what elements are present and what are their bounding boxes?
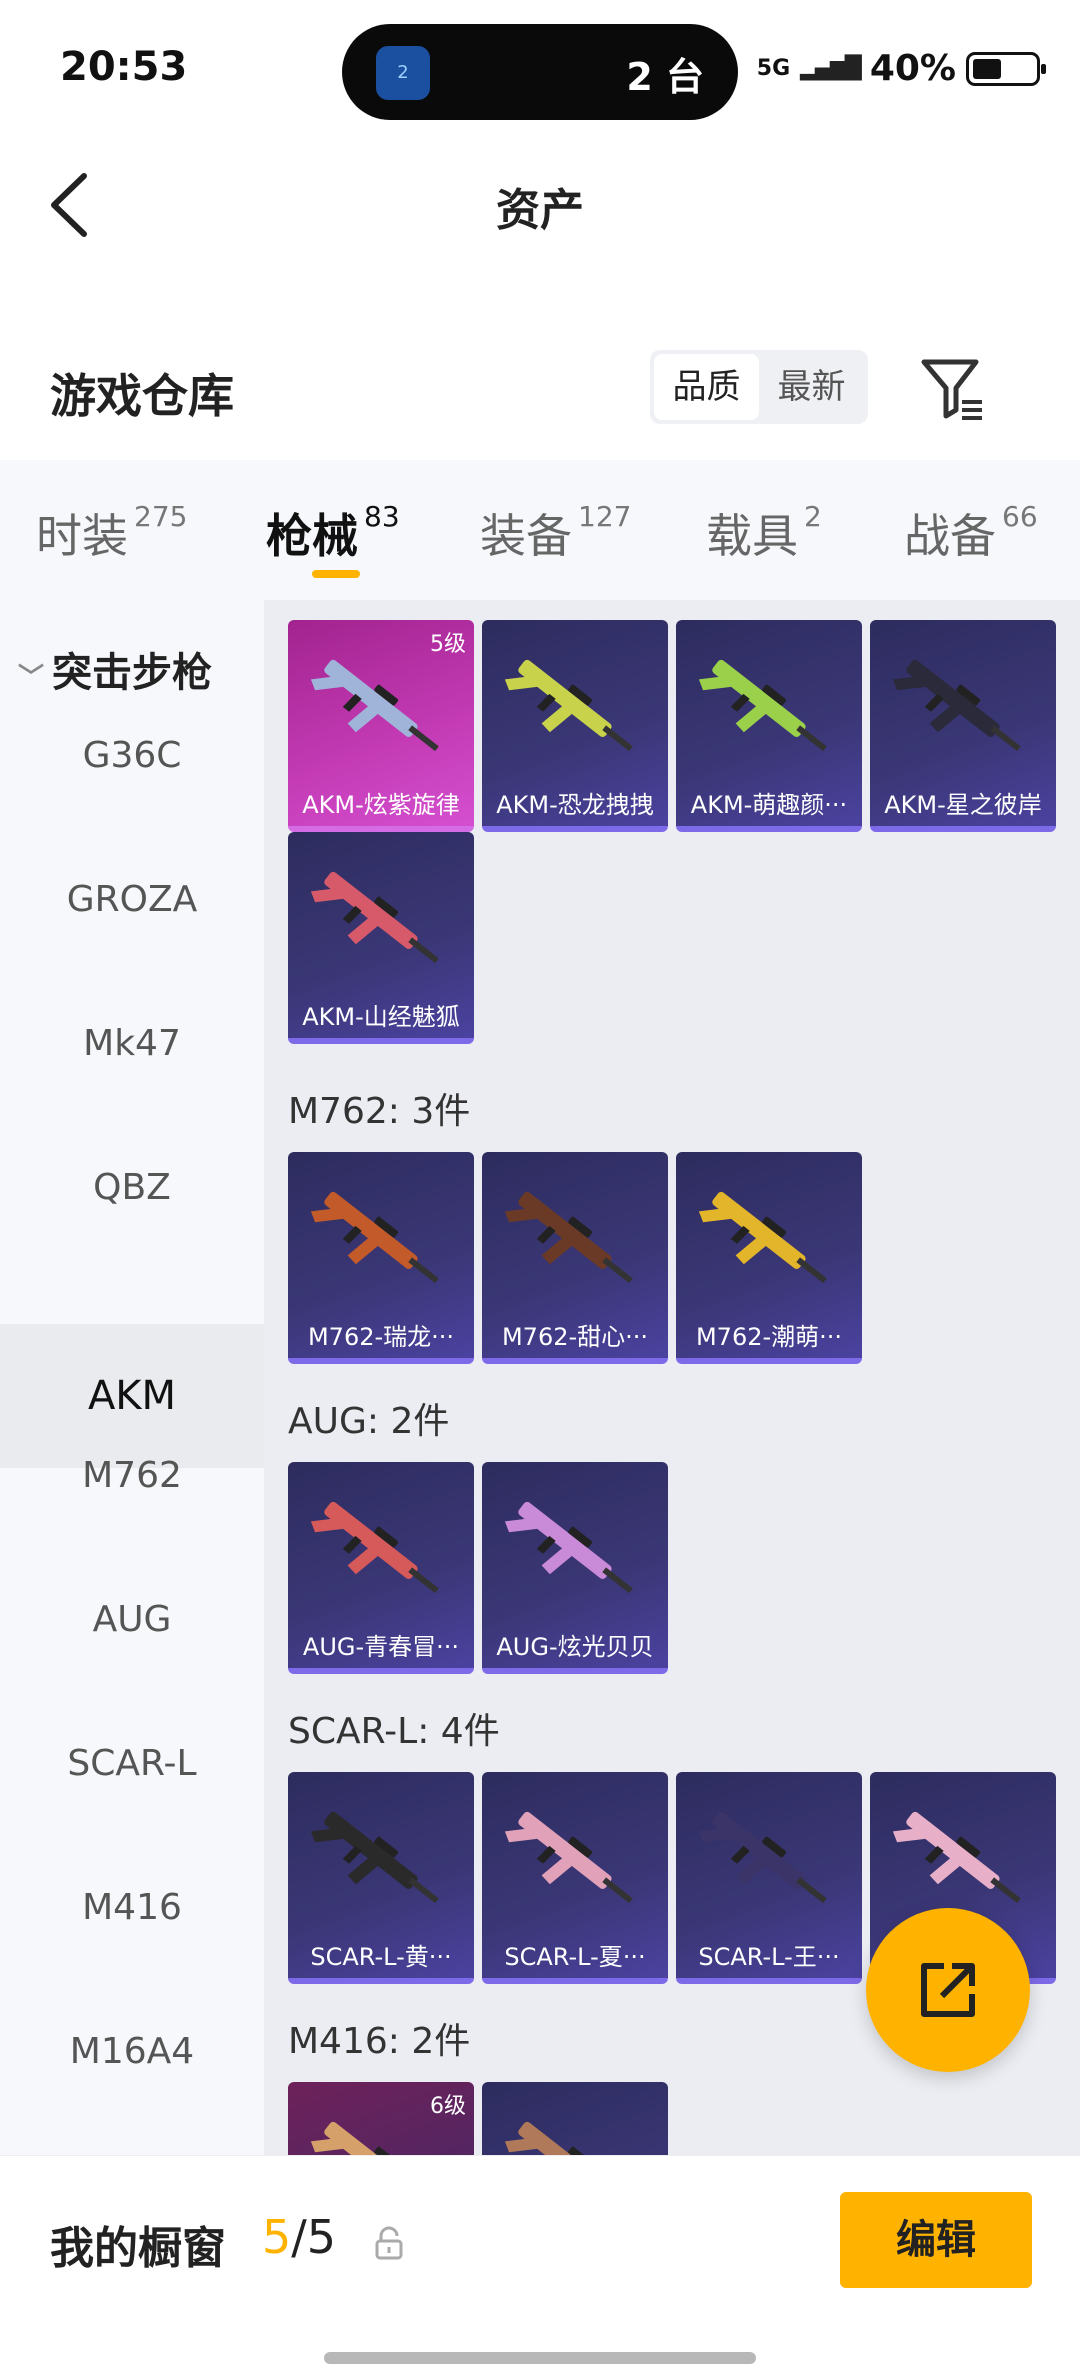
hotspot-icon: 2 [376,46,430,100]
rifle-icon [504,659,633,752]
weapon-skin-name: AKM-恐龙拽拽 [496,791,654,819]
tab-outfits[interactable]: 时装 275 [36,500,187,566]
nav-item-aug[interactable]: AUG [0,1548,264,1692]
group-label: AUG: 2件 [288,1401,450,1442]
nav-item-g36c[interactable]: G36C [0,684,264,828]
weapon-skin-card[interactable]: M762-瑞龙··· [288,1152,474,1364]
weapon-type-nav: ﹀ 突击步枪 G36C GROZA Mk47 QBZ AKM M762 AUG S… [0,600,264,2155]
sort-option-quality[interactable]: 品质 [654,354,759,420]
weapon-skin-name: M762-潮萌··· [695,1323,843,1351]
rifle-icon [698,1191,827,1284]
weapon-skin-name: AKM-炫紫旋律 [302,791,460,819]
weapon-skin-card[interactable]: M762-甜心··· [482,1152,668,1364]
weapon-skin-name: AKM-山经魅狐 [302,1003,460,1031]
showcase-label: 我的橱窗 [50,2223,226,2274]
status-bar: 20:53 2 2 台 5G ▂▄▆█ 40% [0,0,1080,140]
tab-equipment[interactable]: 装备 127 [480,500,631,566]
page-title: 资产 [496,185,584,236]
edit-button[interactable]: 编辑 [840,2192,1032,2288]
weapon-skin-name: AKM-星之彼岸 [884,791,1042,819]
rifle-icon [892,1811,1021,1904]
weapon-skin-card[interactable]: 5级 AKM-炫紫旋律 [288,620,474,832]
weapon-skin-card[interactable]: AUG-青春冒··· [288,1462,474,1674]
weapon-skin-card[interactable]: M762-潮萌··· [676,1152,862,1364]
island-text: 2 台 [626,55,704,99]
rifle-icon [310,1501,439,1594]
section-header: 游戏仓库 品质 最新 [0,340,1080,460]
weapon-skin-card[interactable]: SCAR-L-夏··· [482,1772,668,1984]
sort-toggle[interactable]: 品质 最新 [650,350,868,424]
rifle-icon [698,1811,827,1904]
tab-supplies[interactable]: 战备 66 [904,500,1038,566]
tier-badge: 6级 [430,2094,466,2119]
weapon-skin-card[interactable]: AKM-恐龙拽拽 [482,620,668,832]
lock-icon [374,2226,404,2260]
home-indicator[interactable] [324,2352,756,2364]
rifle-icon [310,1811,439,1904]
tier-badge: 5级 [430,632,466,657]
weapon-skin-card[interactable]: AKM-萌趣颜··· [676,620,862,832]
nav-item-scar-l[interactable]: SCAR-L [0,1692,264,1836]
filter-icon[interactable] [918,354,988,424]
showcase-bar: 我的橱窗 5/5 编辑 [0,2155,1080,2376]
sort-option-newest[interactable]: 最新 [759,354,864,420]
signal-icon: 5G [756,56,791,81]
tab-indicator [312,570,360,578]
group-label: M416: 2件 [288,2021,471,2062]
rifle-icon [310,1191,439,1284]
status-indicators: 5G ▂▄▆█ 40% [756,48,1046,89]
status-time: 20:53 [60,44,188,90]
nav-item-m762[interactable]: M762 [0,1404,264,1548]
signal-bars-icon: ▂▄▆█ [800,56,862,81]
section-title: 游戏仓库 [50,369,234,423]
weapon-skin-name: SCAR-L-王··· [698,1943,840,1971]
share-out-icon [921,1963,975,2017]
weapon-skin-name: SCAR-L-黄··· [310,1943,452,1971]
rifle-icon [310,659,439,752]
weapon-skin-name: SCAR-L-夏··· [504,1943,646,1971]
weapon-skin-name: AKM-萌趣颜··· [690,791,848,819]
weapon-skin-card[interactable]: AKM-山经魅狐 [288,832,474,1044]
weapon-skin-card[interactable]: SCAR-L-王··· [676,1772,862,1984]
rifle-icon [698,659,827,752]
weapon-skin-card[interactable]: AKM-星之彼岸 [870,620,1056,832]
category-tabs: 时装 275 枪械 83 装备 127 载具 2 战备 66 [0,460,1080,600]
weapon-skin-name: AUG-炫光贝贝 [496,1633,654,1661]
weapon-skin-card[interactable]: AUG-炫光贝贝 [482,1462,668,1674]
tab-vehicles[interactable]: 载具 2 [706,500,822,566]
nav-item-m16a4[interactable]: M16A4 [0,1980,264,2124]
weapon-skin-name: M762-甜心··· [501,1323,649,1351]
rifle-icon [504,1501,633,1594]
nav-item-mk47[interactable]: Mk47 [0,972,264,1116]
showcase-count: 5/5 [262,2210,337,2264]
rifle-icon [504,2121,612,2155]
dynamic-island[interactable]: 2 2 台 [342,24,738,120]
rifle-icon [504,1191,633,1284]
weapon-skin-name: AUG-青春冒··· [302,1633,460,1661]
rifle-icon [892,659,1021,752]
rifle-icon [310,871,439,964]
rifle-icon [504,1811,633,1904]
weapon-skin-card[interactable]: SCAR-L-黄··· [288,1772,474,1984]
weapon-skin-card[interactable]: 6级 [288,2082,474,2155]
battery-icon [966,51,1046,86]
nav-item-m416[interactable]: M416 [0,1836,264,1980]
weapon-skin-card[interactable] [482,2082,668,2155]
group-label: M762: 3件 [288,1091,471,1132]
tab-guns[interactable]: 枪械 83 [266,500,400,566]
nav-bar: 资产 [0,150,1080,260]
nav-item-groza[interactable]: GROZA [0,828,264,972]
share-button[interactable] [866,1908,1030,2072]
group-label: SCAR-L: 4件 [288,1711,500,1752]
battery-percent: 40% [869,48,956,89]
nav-item-qbz[interactable]: QBZ [0,1116,264,1260]
weapon-skin-name: M762-瑞龙··· [307,1323,455,1351]
